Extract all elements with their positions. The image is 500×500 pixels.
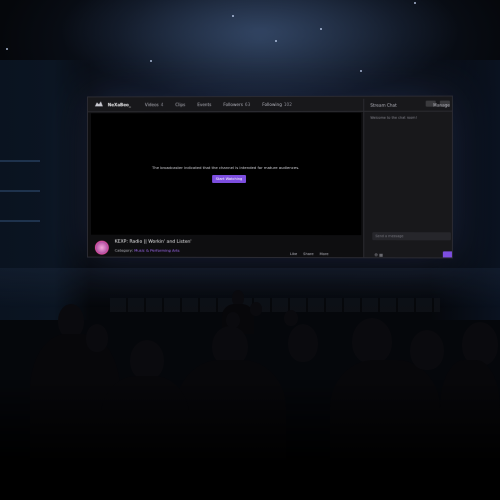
mature-content-notice: The broadcaster indicated that the chann… xyxy=(152,164,300,171)
chat-panel: Welcome to the chat room! Send a message… xyxy=(363,111,453,259)
ceiling-star-light xyxy=(414,2,416,4)
chat-send-button[interactable] xyxy=(442,251,453,259)
tab-label: Followers xyxy=(223,101,243,107)
avatar[interactable] xyxy=(94,240,109,255)
category-prefix: Category: xyxy=(114,247,133,253)
tab-count: 4 xyxy=(160,101,164,107)
audience-head xyxy=(352,318,392,364)
channel-logo-icon-svg xyxy=(95,101,104,107)
tab-count: 102 xyxy=(283,101,292,107)
chat-welcome-message: Welcome to the chat room! xyxy=(370,115,417,120)
ceiling-star-light xyxy=(360,70,362,72)
stream-title: KEXP: Radio || Workin' and Listen' xyxy=(114,239,192,245)
tab-videos[interactable]: Videos 4 xyxy=(145,102,163,107)
more-button[interactable]: More xyxy=(320,252,329,256)
chat-header: Stream Chat Manage xyxy=(363,98,453,112)
tab-label: Events xyxy=(197,101,212,107)
audience-head xyxy=(130,340,164,380)
wall-stripe xyxy=(0,190,40,192)
tab-followers[interactable]: Followers 63 xyxy=(223,102,250,107)
stream-info-bar: KEXP: Radio || Workin' and Listen' Categ… xyxy=(90,236,362,259)
audience-head xyxy=(58,304,84,338)
tab-clips[interactable]: Clips xyxy=(175,102,185,107)
audience-head xyxy=(410,330,444,370)
channel-logo-icon[interactable] xyxy=(93,99,105,109)
tab-count: 63 xyxy=(244,101,251,107)
like-button[interactable]: Like xyxy=(290,252,297,256)
audience-head xyxy=(86,324,108,352)
chat-input[interactable]: Send a message xyxy=(372,232,451,241)
tab-label: Videos xyxy=(144,101,159,107)
wall-stripe xyxy=(0,220,40,222)
start-watching-button[interactable]: Start Watching xyxy=(212,175,247,183)
chat-title: Stream Chat xyxy=(370,102,397,108)
tab-following[interactable]: Following 102 xyxy=(262,101,292,106)
audience-head xyxy=(250,302,262,316)
ceiling-star-light xyxy=(232,15,234,17)
audience-head xyxy=(288,324,318,362)
projection-screen: NeXaBeo_ Videos 4 Clips Events Followers 6… xyxy=(86,95,453,259)
stream-actions: Like Share More xyxy=(290,252,329,256)
ceiling-star-light xyxy=(6,48,8,50)
stream-category: Category: Music & Performing Arts xyxy=(115,248,180,253)
ceiling-star-light xyxy=(320,28,322,30)
ceiling-light-haze xyxy=(60,0,460,110)
movie-theater-scene: NeXaBeo_ Videos 4 Clips Events Followers 6… xyxy=(0,0,500,500)
chat-manage-link[interactable]: Manage xyxy=(433,103,450,108)
tab-label: Clips xyxy=(175,101,186,107)
share-button[interactable]: Share xyxy=(303,252,313,256)
ceiling-star-light xyxy=(150,60,152,62)
video-player[interactable]: The broadcaster indicated that the chann… xyxy=(90,112,362,236)
channel-name[interactable]: NeXaBeo_ xyxy=(108,102,131,107)
chat-settings-icon[interactable]: ⚙ ▦ xyxy=(374,252,383,257)
category-link[interactable]: Music & Performing Arts xyxy=(134,248,179,253)
wall-stripe xyxy=(0,160,40,162)
foreground-shadow xyxy=(0,380,500,500)
tab-label: Following xyxy=(262,101,282,107)
audience-head xyxy=(284,310,298,326)
tab-events[interactable]: Events xyxy=(197,102,211,107)
ceiling-star-light xyxy=(275,40,277,42)
